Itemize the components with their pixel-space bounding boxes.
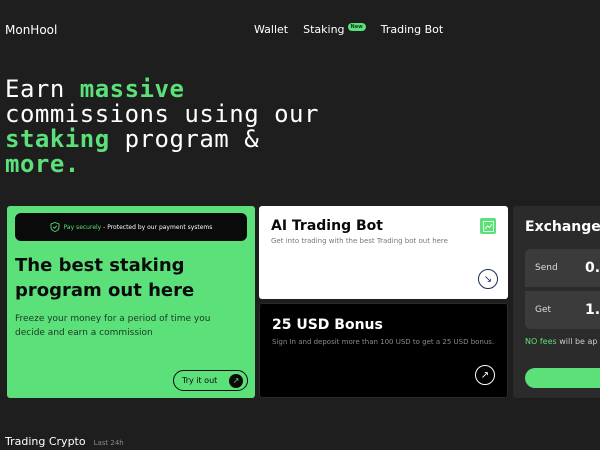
arrow-down-right-icon[interactable]: ↘	[478, 269, 498, 289]
bonus-card[interactable]: 25 USD Bonus Sign In and deposit more th…	[259, 303, 508, 398]
nav-item-trading-bot[interactable]: Trading Bot	[381, 23, 443, 36]
exchange-card-title: Exchange	[525, 219, 600, 235]
nav-item-wallet[interactable]: Wallet	[254, 23, 288, 36]
try-it-out-label: Try it out	[182, 376, 218, 385]
nav-links: Wallet Staking New Trading Bot	[254, 22, 443, 36]
bot-card-description: Get into trading with the best Trading b…	[271, 237, 448, 245]
send-field[interactable]: Send 0.	[525, 249, 600, 287]
bonus-card-description: Sign In and deposit more than 100 USD to…	[272, 338, 495, 346]
get-field[interactable]: Get 1.2	[525, 291, 600, 329]
exchange-card: Exchange Send 0. Get 1.2 NO fees will be…	[513, 206, 600, 398]
secure-payment-pill: Pay securely - Protected by our payment …	[15, 213, 247, 241]
hero-line4-highlight: more.	[5, 150, 80, 178]
arrow-up-right-icon: ↗	[229, 373, 243, 388]
hero-line3-highlight: staking	[5, 125, 110, 153]
fees-highlight: NO fees	[525, 337, 557, 346]
staking-card: Pay securely - Protected by our payment …	[7, 206, 255, 398]
shield-check-icon	[50, 222, 60, 232]
nav-item-staking[interactable]: Staking New	[303, 22, 366, 36]
hero-heading: Earn massive commissions using our staki…	[5, 77, 319, 177]
top-nav: MonHool Wallet Staking New Trading Bot	[0, 0, 600, 60]
hero-line2: commissions using our	[5, 100, 319, 128]
new-badge: New	[347, 22, 366, 31]
nav-item-staking-label: Staking	[303, 23, 345, 36]
chart-icon	[480, 218, 496, 234]
hero-line1-plain: Earn	[5, 75, 80, 103]
fees-text: will be ap	[556, 337, 598, 346]
exchange-button[interactable]	[525, 368, 600, 388]
ai-trading-bot-card[interactable]: AI Trading Bot Get into trading with the…	[259, 206, 508, 299]
trading-title: Trading Crypto	[5, 435, 86, 448]
try-it-out-button[interactable]: Try it out ↗	[173, 370, 248, 391]
send-value: 0.	[585, 260, 600, 276]
trading-section-header: Trading Crypto Last 24h	[5, 435, 124, 448]
fees-note: NO fees will be ap	[525, 337, 597, 346]
get-value: 1.2	[585, 302, 600, 318]
arrow-up-right-icon[interactable]: ↗	[475, 365, 495, 385]
secure-text: - Protected by our payment systems	[101, 223, 213, 231]
brand-logo[interactable]: MonHool	[5, 23, 57, 37]
bonus-card-title: 25 USD Bonus	[272, 317, 383, 333]
send-label: Send	[535, 263, 558, 273]
hero-line1-highlight: massive	[79, 75, 185, 103]
bot-card-title: AI Trading Bot	[271, 218, 383, 234]
staking-card-description: Freeze your money for a period of time y…	[15, 314, 211, 338]
trading-subtitle: Last 24h	[93, 439, 124, 447]
staking-card-title: The best staking program out here	[15, 255, 195, 301]
hero-line3-plain: program &	[109, 125, 260, 153]
get-label: Get	[535, 305, 552, 315]
secure-highlight: Pay securely	[63, 223, 102, 231]
